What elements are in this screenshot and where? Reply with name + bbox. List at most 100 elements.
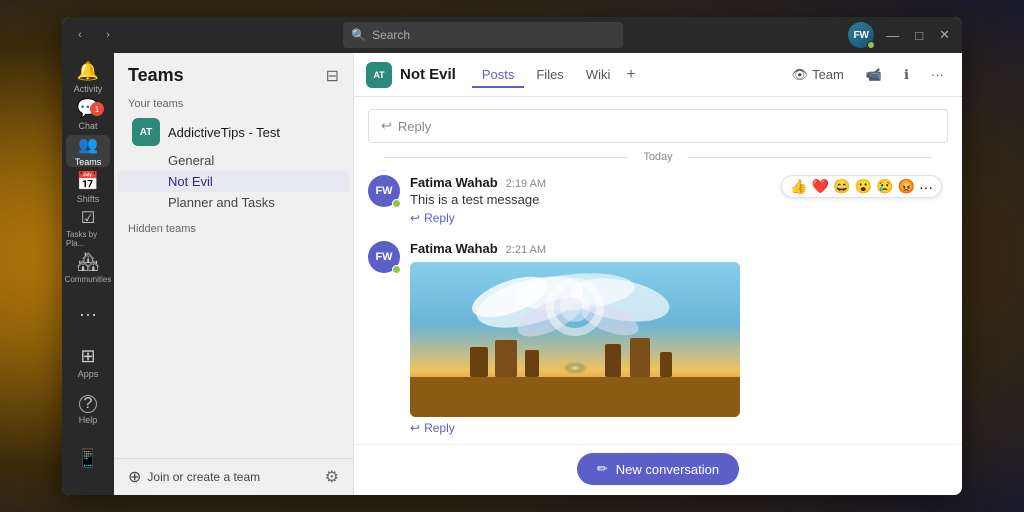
sidebar-item-tasks[interactable]: ☑ Tasks by Pla... xyxy=(66,208,110,248)
message-row-2: FW Fatima Wahab 2:21 AM xyxy=(354,237,962,439)
more-icon: ··· xyxy=(79,304,97,325)
sidebar-title: Teams xyxy=(128,65,184,86)
apps-icon: ⊞ xyxy=(80,346,95,367)
team-button[interactable]: 👁 Team xyxy=(786,64,850,86)
msg-reply-link-2[interactable]: ↩ Reply xyxy=(410,421,948,435)
new-conv-label: New conversation xyxy=(616,462,719,477)
reaction-more[interactable]: ··· xyxy=(919,179,933,195)
reaction-laugh[interactable]: 😄 xyxy=(833,178,850,195)
join-team-button[interactable]: ⊕ Join or create a team xyxy=(128,467,260,487)
help-icon: ? xyxy=(79,395,97,413)
new-conv-icon: ✏ xyxy=(597,461,608,477)
channel-item-planner[interactable]: Planner and Tasks xyxy=(118,192,349,213)
msg-avatar-2: FW xyxy=(368,241,400,273)
filter-icon[interactable]: ⊟ xyxy=(326,66,339,86)
header-right: 👁 Team 📹 ℹ ··· xyxy=(786,64,950,86)
close-button[interactable]: ✕ xyxy=(935,27,954,43)
sidebar-item-more[interactable]: ··· xyxy=(66,292,110,336)
add-tab-button[interactable]: + xyxy=(622,66,639,84)
msg-reply-link-1[interactable]: ↩ Reply xyxy=(410,211,948,225)
reactions-bar: 👍 ❤️ 😄 😮 😢 😡 ··· xyxy=(781,175,942,198)
reaction-sad[interactable]: 😢 xyxy=(876,178,893,195)
channel-avatar: AT xyxy=(366,62,392,88)
tab-wiki[interactable]: Wiki xyxy=(576,63,621,88)
hidden-teams-label: Hidden teams xyxy=(114,213,353,239)
channel-name: Not Evil xyxy=(400,66,456,83)
reply-arrow-icon: ↩ xyxy=(381,118,392,134)
minimize-button[interactable]: — xyxy=(882,28,903,43)
sidebar-item-activity[interactable]: 🔔 Activity xyxy=(66,61,110,94)
forward-button[interactable]: › xyxy=(98,25,118,45)
shifts-icon: 📅 xyxy=(77,171,99,192)
desert-image-svg xyxy=(410,262,740,417)
sidebar-item-teams[interactable]: 👥 Teams xyxy=(66,135,110,167)
team-item-addictive[interactable]: AT AddictiveTips - Test ··· xyxy=(118,114,349,150)
maximize-button[interactable]: □ xyxy=(911,28,927,43)
settings-icon[interactable]: ⚙ xyxy=(325,467,339,487)
tab-posts[interactable]: Posts xyxy=(472,63,525,88)
msg-time-2: 2:21 AM xyxy=(506,244,546,256)
main-content: AT Not Evil Posts Files Wiki + 👁 Team 📹 xyxy=(354,53,962,495)
team-avatar-addictive: AT xyxy=(132,118,160,146)
msg-author-1: Fatima Wahab xyxy=(410,175,498,190)
chat-label: Chat xyxy=(78,121,97,131)
search-icon: 🔍 xyxy=(351,28,366,42)
sidebar-item-shifts[interactable]: 📅 Shifts xyxy=(66,171,110,204)
message-row: FW Fatima Wahab 2:19 AM This is a test m… xyxy=(354,171,962,229)
sidebar-header: Teams ⊟ xyxy=(114,53,353,92)
channel-item-not-evil[interactable]: Not Evil xyxy=(118,171,349,192)
reaction-heart[interactable]: ❤️ xyxy=(812,178,829,195)
tasks-icon: ☑ xyxy=(81,208,95,228)
sidebar-footer: ⊕ Join or create a team ⚙ xyxy=(114,458,353,495)
sidebar-item-communities[interactable]: 🏘 Communities xyxy=(66,252,110,284)
msg-body-2: Fatima Wahab 2:21 AM xyxy=(410,241,948,435)
reaction-wow[interactable]: 😮 xyxy=(855,178,872,195)
teams-label: Teams xyxy=(75,157,102,167)
reaction-angry[interactable]: 😡 xyxy=(898,178,915,195)
communities-label: Communities xyxy=(65,275,112,284)
device-icon: 📱 xyxy=(77,448,99,469)
info-icon: ℹ xyxy=(904,67,909,83)
msg-avatar-1: FW xyxy=(368,175,400,207)
video-button[interactable]: 📹 xyxy=(860,64,888,86)
sidebar-item-help[interactable]: ? Help xyxy=(66,388,110,432)
tab-files[interactable]: Files xyxy=(526,63,573,88)
search-box[interactable]: 🔍 Search xyxy=(343,22,623,48)
new-conversation-bar: ✏ New conversation xyxy=(354,444,962,495)
activity-label: Activity xyxy=(74,84,103,94)
reply-text-1: Reply xyxy=(424,211,455,225)
date-divider: Today xyxy=(354,151,962,163)
rail-bottom: ··· ⊞ Apps ? Help 📱 xyxy=(66,292,110,488)
chat-badge: 1 xyxy=(90,102,104,116)
new-conversation-button[interactable]: ✏ New conversation xyxy=(577,453,739,485)
shifts-label: Shifts xyxy=(77,194,100,204)
communities-icon: 🏘 xyxy=(77,252,100,273)
channel-header: AT Not Evil Posts Files Wiki + 👁 Team 📹 xyxy=(354,53,962,97)
join-label: Join or create a team xyxy=(147,470,260,484)
top-reply-bar[interactable]: ↩ Reply xyxy=(368,109,948,143)
sidebar-item-chat[interactable]: 💬 Chat 1 xyxy=(66,98,110,131)
user-avatar[interactable]: FW xyxy=(848,22,874,48)
info-button[interactable]: ℹ xyxy=(898,64,915,86)
reply-label: Reply xyxy=(398,119,431,134)
reply-text-2: Reply xyxy=(424,421,455,435)
channel-tabs: Posts Files Wiki + xyxy=(472,63,640,87)
apps-label: Apps xyxy=(78,369,99,379)
more-options-button[interactable]: ··· xyxy=(925,64,950,85)
title-bar: ‹ › 🔍 Search FW — □ ✕ xyxy=(62,17,962,53)
tasks-label: Tasks by Pla... xyxy=(66,230,110,248)
team-name-addictive: AddictiveTips - Test xyxy=(168,125,319,140)
channel-item-general[interactable]: General xyxy=(118,150,349,171)
sidebar-item-apps[interactable]: ⊞ Apps xyxy=(66,340,110,384)
msg-time-1: 2:19 AM xyxy=(506,178,546,190)
help-label: Help xyxy=(79,415,98,425)
sidebar-item-device[interactable]: 📱 xyxy=(66,436,110,480)
more-icon: ··· xyxy=(931,67,944,82)
messages-area[interactable]: ↩ Reply Today FW Fatima Wahab 2:19 AM xyxy=(354,97,962,444)
reaction-thumbsup[interactable]: 👍 xyxy=(790,178,807,195)
join-icon: ⊕ xyxy=(128,467,141,487)
sidebar: Teams ⊟ Your teams AT AddictiveTips - Te… xyxy=(114,53,354,495)
back-button[interactable]: ‹ xyxy=(70,25,90,45)
your-teams-label: Your teams xyxy=(114,92,353,114)
avatar-online-dot-1 xyxy=(392,199,401,208)
